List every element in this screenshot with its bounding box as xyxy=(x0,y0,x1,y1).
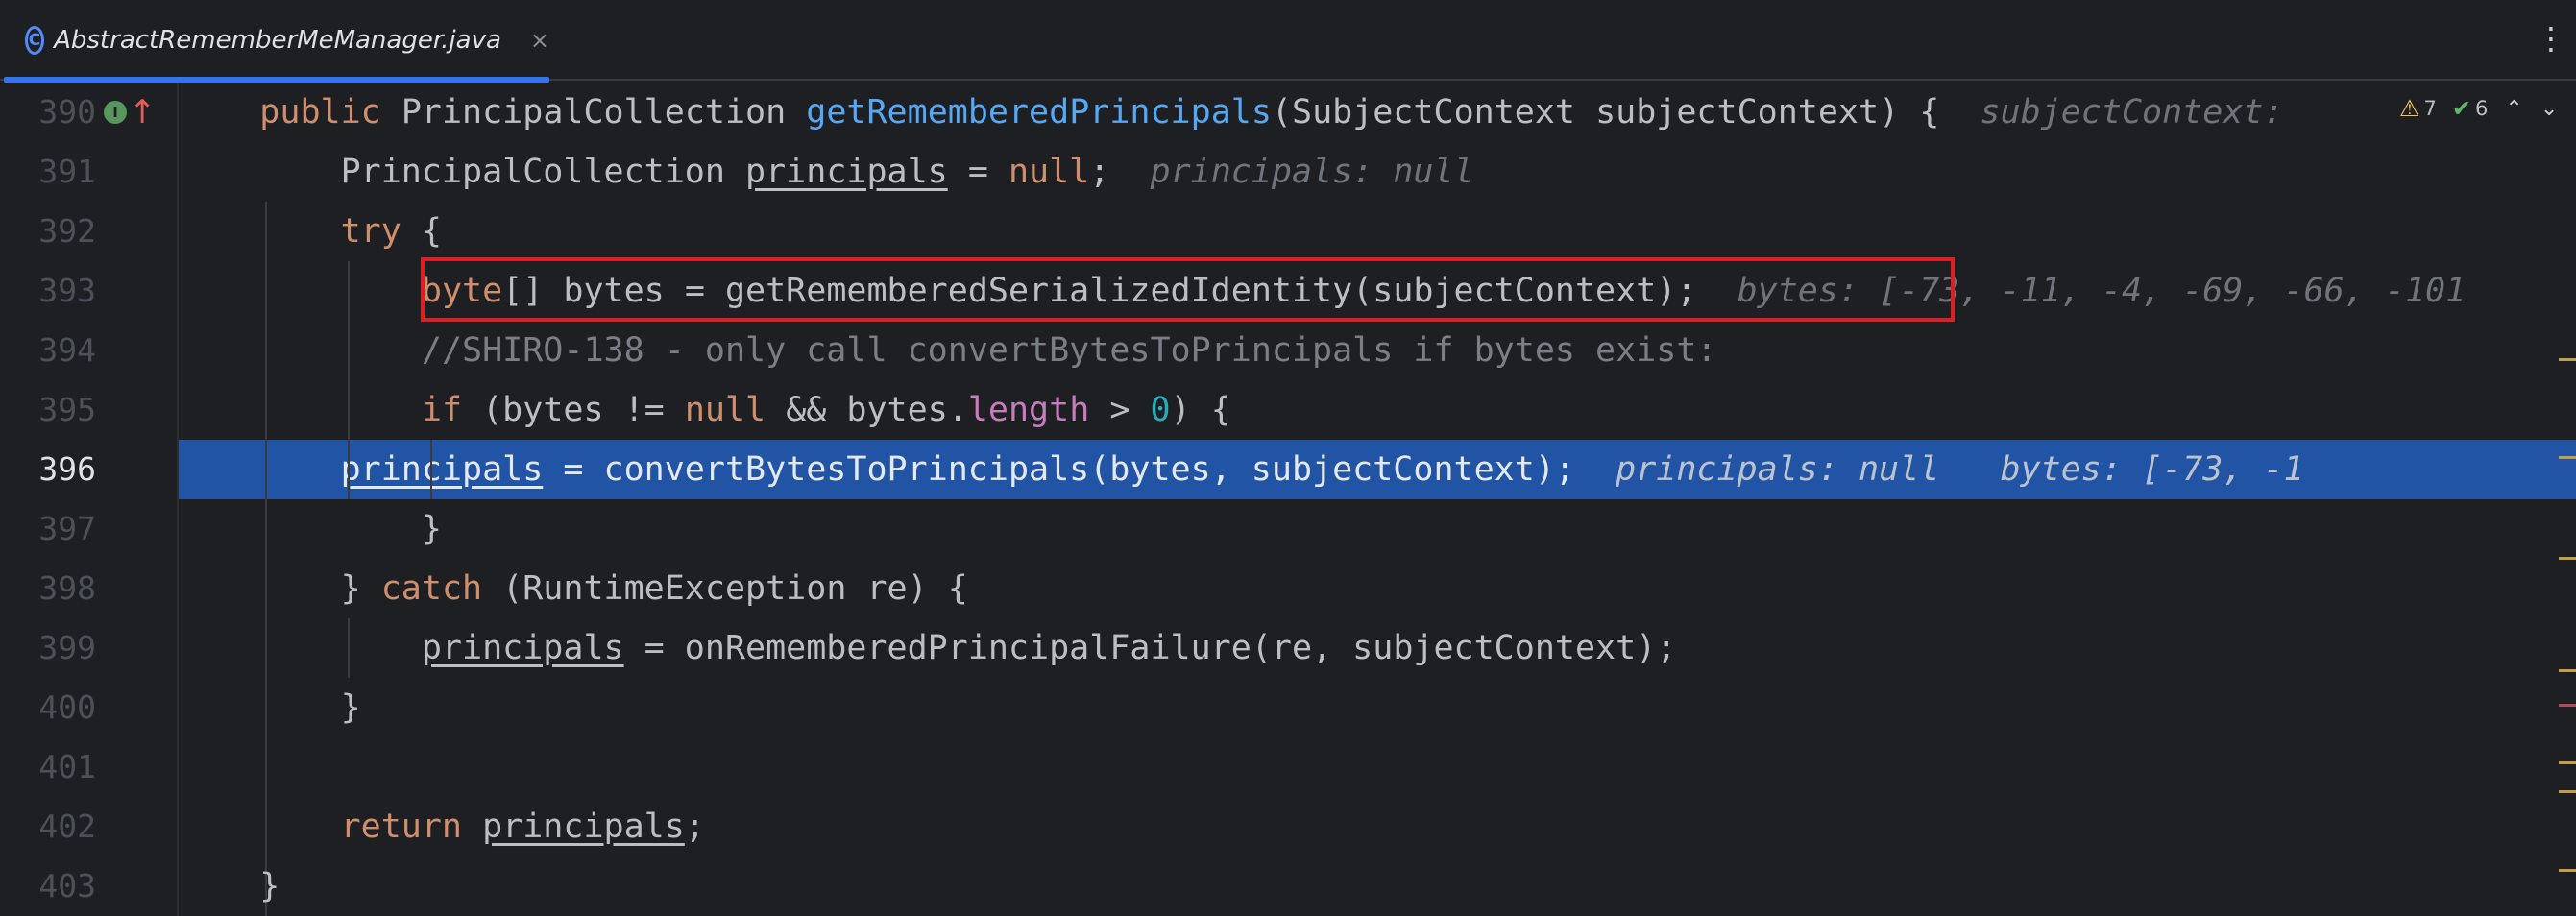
implements-override-marker[interactable]: I ↑ xyxy=(104,96,157,129)
warning-icon: ⚠ xyxy=(2399,95,2420,122)
code-line-390[interactable]: public PrincipalCollection getRemembered… xyxy=(179,83,2576,142)
line-number: 392 xyxy=(38,212,96,250)
error-stripe-marker[interactable] xyxy=(2559,557,2576,560)
weak-warning-count: 6 xyxy=(2475,97,2489,120)
code-line-396-execution-point[interactable]: principals = convertBytesToPrincipals(by… xyxy=(179,440,2576,499)
error-stripe-marker[interactable] xyxy=(2559,358,2576,361)
inline-value-hint: principals: null xyxy=(1150,153,1474,191)
tab-abstract-remember-me-manager[interactable]: C AbstractRememberMeManager.java × xyxy=(0,0,549,83)
code-editor[interactable]: principals = convertBytesToPrincipals(by… xyxy=(179,83,2576,916)
error-stripe-marker[interactable] xyxy=(2559,704,2576,707)
line-number: 399 xyxy=(38,629,96,666)
code-line-394[interactable]: //SHIRO-138 - only call convertBytesToPr… xyxy=(179,321,2576,380)
code-line-402[interactable]: return principals; xyxy=(179,797,2576,856)
code-line-399[interactable]: principals = onRememberedPrincipalFailur… xyxy=(179,618,2576,678)
code-line-403[interactable]: } xyxy=(179,856,2576,916)
previous-highlight-icon[interactable]: ⌃ xyxy=(2505,97,2522,121)
code-line-400[interactable]: } xyxy=(179,678,2576,737)
editor-tab-bar: C AbstractRememberMeManager.java × ⋮ xyxy=(0,0,2576,83)
inline-value-hint: principals: null xyxy=(1616,450,1940,489)
variable-principals: principals xyxy=(745,153,948,191)
override-up-arrow-icon[interactable]: ↑ xyxy=(129,96,157,129)
method-name: getRememberedPrincipals xyxy=(806,93,1272,132)
line-number: 397 xyxy=(38,510,96,547)
close-icon[interactable]: × xyxy=(530,27,549,54)
code-line-398[interactable]: } catch (RuntimeException re) { xyxy=(179,559,2576,618)
variable-principals: principals xyxy=(482,808,685,846)
highlight-box xyxy=(421,257,1955,322)
weak-warning-check-icon: ✔ xyxy=(2451,95,2471,122)
line-number: 393 xyxy=(38,272,96,309)
line-number-gutter[interactable]: 390 391 392 393 394 395 396 397 398 399 … xyxy=(0,83,177,916)
inline-value-hint: bytes: [-73, -1 xyxy=(2000,450,2304,489)
line-number: 394 xyxy=(38,331,96,369)
java-class-icon: C xyxy=(25,26,45,55)
next-highlight-icon[interactable]: ⌄ xyxy=(2540,97,2558,121)
code-line-397[interactable]: } xyxy=(179,499,2576,559)
inline-value-hint: subjectContext: xyxy=(1980,93,2284,132)
line-number: 391 xyxy=(38,153,96,190)
tab-title: AbstractRememberMeManager.java xyxy=(54,26,501,55)
variable-principals: principals xyxy=(340,450,544,489)
implements-icon[interactable]: I xyxy=(104,101,127,124)
error-stripe-marker[interactable] xyxy=(2559,869,2576,872)
error-stripe-marker[interactable] xyxy=(2559,456,2576,459)
line-number: 398 xyxy=(38,569,96,607)
line-number: 403 xyxy=(38,867,96,904)
error-stripe-marker[interactable] xyxy=(2559,761,2576,764)
more-options-icon[interactable]: ⋮ xyxy=(2536,17,2566,60)
code-line-395[interactable]: if (bytes != null && bytes.length > 0) { xyxy=(179,380,2576,440)
error-stripe-marker[interactable] xyxy=(2559,669,2576,672)
line-number-current: 396 xyxy=(38,450,96,488)
code-line-401[interactable] xyxy=(179,737,2576,797)
warning-count: 7 xyxy=(2423,97,2437,120)
line-number: 390 xyxy=(38,93,96,131)
line-number: 395 xyxy=(38,391,96,428)
line-number: 401 xyxy=(38,748,96,785)
variable-principals: principals xyxy=(421,629,624,667)
code-line-391[interactable]: PrincipalCollection principals = null; p… xyxy=(179,142,2576,202)
line-number: 402 xyxy=(38,808,96,845)
indent-guide xyxy=(430,440,432,499)
line-number: 400 xyxy=(38,688,96,726)
code-comment: //SHIRO-138 - only call convertBytesToPr… xyxy=(421,331,1717,370)
inspection-widget[interactable]: ⚠ 7 ✔ 6 ⌃ ⌄ xyxy=(2390,92,2568,125)
code-line-392[interactable]: try { xyxy=(179,202,2576,261)
error-stripe-marker[interactable] xyxy=(2559,790,2576,793)
